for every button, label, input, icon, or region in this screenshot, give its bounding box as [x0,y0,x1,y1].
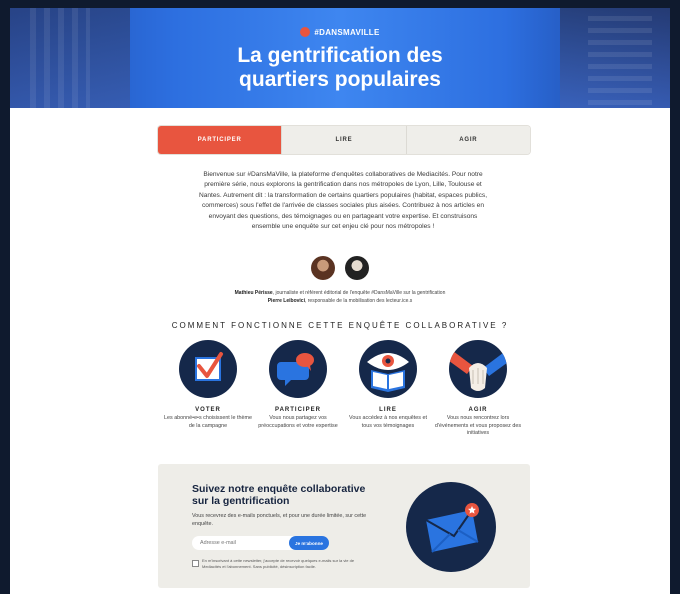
hero-tag-label: #DANSMAVILLE [314,28,380,38]
ballot-check-icon [179,340,237,398]
step-agir-name: AGIR [468,407,488,413]
newsletter-signup: Suivez notre enquête collaborative sur l… [158,464,530,588]
author-avatars [10,256,670,280]
author2-name: Pierre Leibovici [267,298,305,304]
consent-checkbox[interactable] [192,560,199,567]
page: #DANSMAVILLE La gentrification des quart… [10,8,670,594]
credit-line-1: Mathieu Périsse, journaliste et référent… [10,289,670,297]
tab-lire[interactable]: LIRE [281,126,406,154]
author2-role: , responsable de la mobilisation des lec… [304,298,413,304]
page-title: La gentrification des quartiers populair… [10,44,670,92]
consent-text: En m'inscrivant à cette newsletter, j'ac… [202,558,355,570]
step-participer: PARTICIPER Vous nous partagez vos préocc… [254,340,342,430]
how-it-works-title: COMMENT FONCTIONNE CETTE ENQUÊTE COLLABO… [171,321,509,330]
credit-line-2: Pierre Leibovici, responsable de la mobi… [10,297,670,305]
page-title-line2: quartiers populaires [239,68,441,91]
step-lire-desc: Vous accédez à nos enquêtes et tous vos … [349,415,427,429]
author1-role: , journaliste et référent éditorial de l… [272,290,446,296]
step-lire-name: LIRE [379,407,397,413]
step-lire: LIRE Vous accédez à nos enquêtes et tous… [344,340,432,430]
dansmaville-logo-icon [300,27,311,37]
envelope-icon [406,482,496,572]
step-voter: VOTER Les abonné•e•s choisissent le thèm… [164,340,252,430]
speech-bubbles-icon [269,340,327,398]
avatar-pierre-leibovici [345,256,370,280]
hero-tag: #DANSMAVILLE [10,27,670,38]
newsletter-title: Suivez notre enquête collaborative sur l… [192,483,382,507]
page-title-line1: La gentrification des [237,44,443,67]
author1-name: Mathieu Périsse [234,290,273,296]
subscribe-button[interactable]: Je m'abonne [289,536,329,550]
hands-icon [449,340,507,398]
newsletter-title-line2: sur la gentrification [192,494,290,507]
step-participer-name: PARTICIPER [275,407,321,413]
eye-book-icon [359,340,417,398]
step-voter-name: VOTER [195,407,221,413]
step-voter-desc: Les abonné•e•s choisissent le thème de l… [164,415,252,429]
newsletter-title-line1: Suivez notre enquête collaborative [192,483,366,495]
tab-participer[interactable]: PARTICIPER [158,126,282,154]
tab-bar: PARTICIPER LIRE AGIR [158,126,530,154]
intro-text: Bienvenue sur #DansMaVille, la plateform… [198,171,488,231]
hero-banner: #DANSMAVILLE La gentrification des quart… [10,8,670,108]
step-agir-desc: Vous nous rencontrez lors d'événements e… [434,415,522,437]
author-credits: Mathieu Périsse, journaliste et référent… [10,289,670,305]
avatar-mathieu-perisse [310,256,335,280]
step-agir: AGIR Vous nous rencontrez lors d'événeme… [434,340,522,438]
tab-agir[interactable]: AGIR [405,126,530,154]
step-participer-desc: Vous nous partagez vos préoccupations et… [258,415,338,429]
newsletter-subtitle: Vous recevrez des e-mails ponctuels, et … [192,513,367,527]
